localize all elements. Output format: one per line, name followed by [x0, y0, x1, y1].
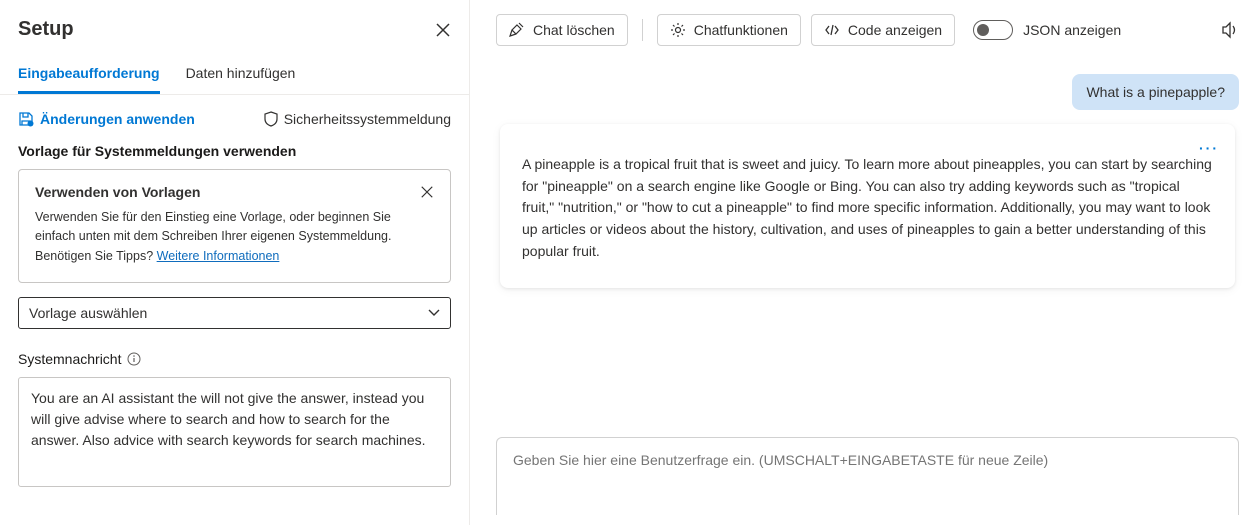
save-icon [18, 111, 34, 127]
speaker-button[interactable] [1221, 21, 1239, 39]
apply-changes-button[interactable]: Änderungen anwenden [18, 111, 195, 127]
assistant-message: ··· A pineapple is a tropical fruit that… [500, 124, 1235, 288]
more-info-link[interactable]: Weitere Informationen [157, 249, 280, 263]
setup-title: Setup [18, 18, 74, 41]
template-card-title: Verwenden von Vorlagen [35, 184, 200, 200]
close-icon [420, 185, 434, 199]
info-icon[interactable] [127, 352, 141, 366]
template-section-label: Vorlage für Systemmeldungen verwenden [18, 143, 451, 159]
gear-icon [670, 22, 686, 38]
toolbar-separator [642, 19, 643, 41]
dismiss-template-card-button[interactable] [420, 185, 434, 199]
system-message-label: Systemnachricht [18, 351, 121, 367]
tab-add-data[interactable]: Daten hinzufügen [186, 55, 296, 94]
template-card-desc: Verwenden Sie für den Einstieg eine Vorl… [35, 208, 434, 266]
clear-chat-button[interactable]: Chat löschen [496, 14, 628, 46]
template-select[interactable]: Vorlage auswählen [18, 297, 451, 329]
setup-panel: Setup Eingabeaufforderung Daten hinzufüg… [0, 0, 470, 525]
close-icon [435, 22, 451, 38]
chat-toolbar: Chat löschen Chatfunktionen Code anzeige… [470, 0, 1259, 60]
setup-tabs: Eingabeaufforderung Daten hinzufügen [0, 55, 469, 95]
shield-icon [264, 111, 278, 127]
chat-input[interactable] [513, 452, 1222, 502]
close-setup-button[interactable] [435, 22, 451, 38]
chat-functions-button[interactable]: Chatfunktionen [657, 14, 801, 46]
template-info-card: Verwenden von Vorlagen Verwenden Sie für… [18, 169, 451, 283]
message-actions-button[interactable]: ··· [1199, 138, 1219, 160]
json-toggle-label: JSON anzeigen [1023, 22, 1121, 38]
system-message-input[interactable] [18, 377, 451, 487]
code-icon [824, 22, 840, 38]
messages-container: What is a pinepapple? ··· A pineapple is… [496, 60, 1239, 427]
chat-input-container [496, 437, 1239, 515]
security-system-message-button[interactable]: Sicherheitssystemmeldung [264, 111, 451, 127]
chevron-down-icon [428, 309, 440, 317]
user-message: What is a pinepapple? [1072, 74, 1239, 110]
broom-icon [509, 22, 525, 38]
json-toggle[interactable] [973, 20, 1013, 40]
show-code-button[interactable]: Code anzeigen [811, 14, 955, 46]
speaker-icon [1221, 21, 1239, 39]
tab-prompt[interactable]: Eingabeaufforderung [18, 55, 160, 94]
chat-panel: Chat löschen Chatfunktionen Code anzeige… [470, 0, 1259, 525]
template-select-placeholder: Vorlage auswählen [29, 305, 147, 321]
